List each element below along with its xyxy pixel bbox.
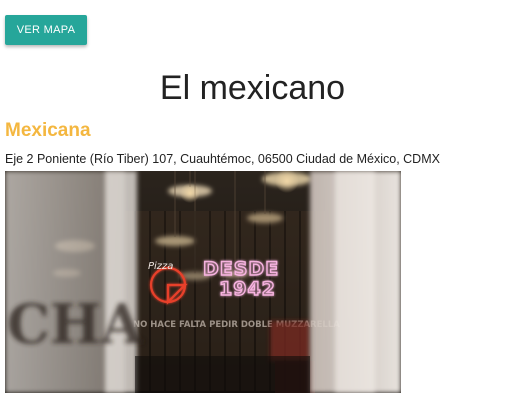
view-map-button[interactable]: VER MAPA (5, 15, 87, 45)
restaurant-photo: Pizza DESDE 1942 NO HACE FALTA PEDIR DOB… (5, 171, 401, 393)
page: VER MAPA El mexicano Mexicana Eje 2 Poni… (0, 0, 517, 413)
neon-line2: 1942 (219, 278, 276, 300)
neon-line1: DESDE (203, 258, 279, 280)
wall-letters: CHA (7, 292, 144, 356)
neon-brand-text: Pizza (148, 261, 173, 272)
restaurant-name: El mexicano (159, 69, 346, 107)
restaurant-category: Mexicana (5, 120, 91, 141)
restaurant-address: Eje 2 Poniente (Río Tiber) 107, Cuauhtém… (5, 152, 440, 166)
